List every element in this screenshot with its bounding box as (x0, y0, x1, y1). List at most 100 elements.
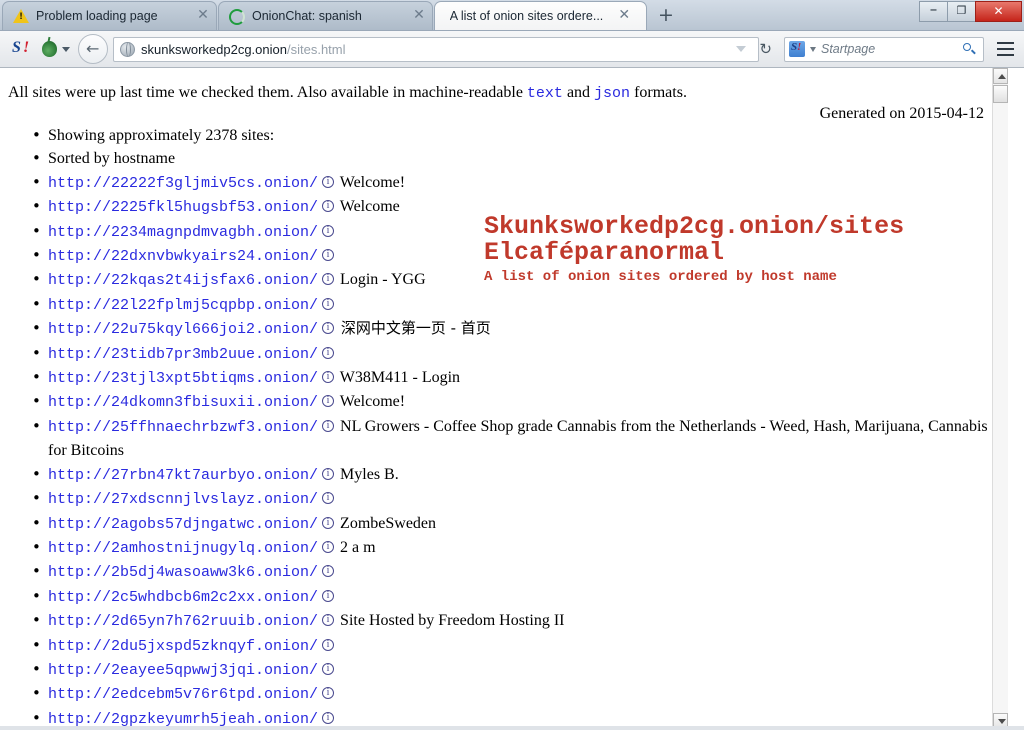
list-item-site: http://2d65yn7h762ruuib.onion/ Site Host… (30, 609, 1008, 633)
list-item-site: http://27rbn47kt7aurbyo.onion/ Myles B. (30, 463, 1008, 487)
tab-close-icon[interactable]: ✕ (617, 8, 631, 23)
site-url-link[interactable]: http://22l22fplmj5cqpbp.onion/ (48, 297, 318, 314)
site-url-link[interactable]: http://2agobs57djngatwc.onion/ (48, 516, 318, 533)
info-icon[interactable] (322, 662, 335, 675)
info-icon[interactable] (322, 491, 335, 505)
info-icon[interactable] (322, 638, 335, 651)
chevron-up-icon (997, 74, 1006, 79)
page-scrollbar[interactable] (992, 68, 1008, 729)
search-bar[interactable]: S ! Startpage (784, 36, 984, 62)
search-icon[interactable] (962, 42, 977, 57)
info-icon[interactable] (322, 248, 335, 262)
intro-text-mid: and (562, 84, 595, 101)
search-engine-icon[interactable]: S ! (789, 41, 805, 57)
list-item-site: http://2amhostnijnugylq.onion/ 2 a m (30, 536, 1008, 560)
new-tab-button[interactable]: + (652, 3, 680, 29)
tab-onion-site-list[interactable]: A list of onion sites ordere... ✕ (434, 1, 647, 30)
tab-bar: Problem loading page ✕ OnionChat: spanis… (0, 0, 1024, 31)
info-icon[interactable] (322, 419, 335, 432)
info-icon[interactable] (322, 321, 335, 335)
tab-problem-loading-page[interactable]: Problem loading page ✕ (2, 1, 217, 30)
info-icon[interactable] (322, 613, 335, 627)
menu-button[interactable] (992, 37, 1018, 61)
reload-icon[interactable]: ↻ (759, 42, 772, 57)
tab-onionchat-spanish[interactable]: OnionChat: spanish ✕ (218, 1, 433, 30)
warning-triangle-icon (13, 8, 29, 24)
scrollbar-track[interactable] (993, 103, 1008, 713)
info-icon[interactable] (322, 297, 335, 310)
site-url-link[interactable]: http://27xdscnnjlvslayz.onion/ (48, 491, 318, 508)
list-item-site: http://2eayee5qpwwj3jqi.onion/ (30, 658, 1008, 682)
info-icon[interactable] (322, 199, 335, 213)
minimize-button[interactable]: – (919, 1, 948, 22)
info-icon[interactable] (322, 686, 335, 700)
back-button[interactable]: ← (78, 34, 108, 64)
site-url-link[interactable]: http://2edcebm5v76r6tpd.onion/ (48, 686, 318, 703)
info-icon[interactable] (322, 346, 335, 359)
site-url-link[interactable]: http://2amhostnijnugylq.onion/ (48, 540, 318, 557)
tab-label: OnionChat: spanish (252, 9, 362, 23)
site-url-link[interactable]: http://22222f3gljmiv5cs.onion/ (48, 175, 318, 192)
site-url-link[interactable]: http://2eayee5qpwwj3jqi.onion/ (48, 662, 318, 679)
minimize-icon: – (929, 0, 938, 18)
site-title: 深网中文第一页 - 首页 (336, 319, 491, 338)
info-icon[interactable] (322, 540, 335, 553)
close-icon: ✕ (993, 4, 1004, 18)
site-url-link[interactable]: http://2225fkl5hugsbf53.onion/ (48, 199, 318, 216)
tab-close-icon[interactable]: ✕ (196, 8, 210, 23)
page-content: All sites were up last time we checked t… (0, 68, 1008, 729)
info-icon[interactable] (322, 516, 335, 529)
url-input[interactable]: skunksworkedp2cg.onion/sites.html (141, 42, 732, 57)
info-icon[interactable] (322, 370, 335, 384)
list-item-summary: Sorted by hostname (30, 147, 1008, 171)
site-url-link[interactable]: http://24dkomn3fbisuxii.onion/ (48, 394, 318, 411)
url-bar[interactable]: skunksworkedp2cg.onion/sites.html (113, 36, 760, 62)
info-icon[interactable] (322, 224, 335, 237)
text-format-link[interactable]: text (527, 85, 563, 102)
site-url-link[interactable]: http://23tjl3xpt5btiqms.onion/ (48, 370, 318, 387)
tab-close-icon[interactable]: ✕ (412, 8, 426, 23)
site-title: Welcome! (336, 393, 406, 411)
site-title: Myles B. (336, 465, 399, 483)
back-arrow-icon: ← (86, 39, 100, 58)
tor-onion-button[interactable] (42, 41, 70, 57)
site-title: Site Hosted by Freedom Hosting II (336, 612, 565, 630)
info-icon[interactable] (322, 589, 335, 602)
site-url-link[interactable]: http://2d65yn7h762ruuib.onion/ (48, 613, 318, 630)
scrollbar-thumb[interactable] (993, 85, 1008, 103)
site-url-link[interactable]: http://2du5jxspd5zknqyf.onion/ (48, 638, 318, 655)
tab-label: Problem loading page (36, 9, 158, 23)
site-url-link[interactable]: http://2234magnpdmvagbh.onion/ (48, 224, 318, 241)
url-dropdown-icon[interactable] (736, 46, 747, 52)
scroll-up-button[interactable] (993, 68, 1008, 84)
info-icon[interactable] (322, 467, 335, 480)
site-url-link[interactable]: http://2c5whdbcb6m2c2xx.onion/ (48, 589, 318, 606)
restore-button[interactable]: ❐ (947, 1, 976, 22)
list-item-site: http://2du5jxspd5zknqyf.onion/ (30, 634, 1008, 658)
close-button[interactable]: ✕ (975, 1, 1022, 22)
site-url-link[interactable]: http://22dxnvbwkyairs24.onion/ (48, 248, 318, 265)
search-engine-logo-bang: ! (797, 41, 802, 53)
list-item-site: http://22dxnvbwkyairs24.onion/ (30, 244, 1008, 268)
site-url-link[interactable]: http://23tidb7pr3mb2uue.onion/ (48, 346, 318, 363)
info-icon[interactable] (322, 272, 335, 286)
info-icon[interactable] (322, 175, 335, 188)
browser-window: Problem loading page ✕ OnionChat: spanis… (0, 0, 1024, 730)
info-icon[interactable] (322, 711, 335, 724)
startpage-logo-icon[interactable]: S ! (10, 38, 36, 60)
site-url-link[interactable]: http://27rbn47kt7aurbyo.onion/ (48, 467, 318, 484)
site-title: ZombeSweden (336, 514, 437, 532)
search-input[interactable]: Startpage (821, 42, 962, 56)
info-icon[interactable] (322, 394, 335, 408)
site-url-link[interactable]: http://25ffhnaechrbzwf3.onion/ (48, 419, 318, 436)
globe-icon (120, 41, 135, 57)
list-item-site: http://2234magnpdmvagbh.onion/ (30, 220, 1008, 244)
info-icon[interactable] (322, 564, 335, 578)
list-item-site: http://25ffhnaechrbzwf3.onion/ NL Grower… (30, 415, 1008, 463)
json-format-link[interactable]: json (594, 85, 630, 102)
site-url-link[interactable]: http://22u75kqyl666joi2.onion/ (48, 321, 318, 338)
site-url-link[interactable]: http://2b5dj4wasoaww3k6.onion/ (48, 564, 318, 581)
site-url-link[interactable]: http://22kqas2t4ijsfax6.onion/ (48, 272, 318, 289)
search-engine-chevron-icon[interactable] (810, 46, 816, 52)
list-item-site: http://22l22fplmj5cqpbp.onion/ (30, 293, 1008, 317)
